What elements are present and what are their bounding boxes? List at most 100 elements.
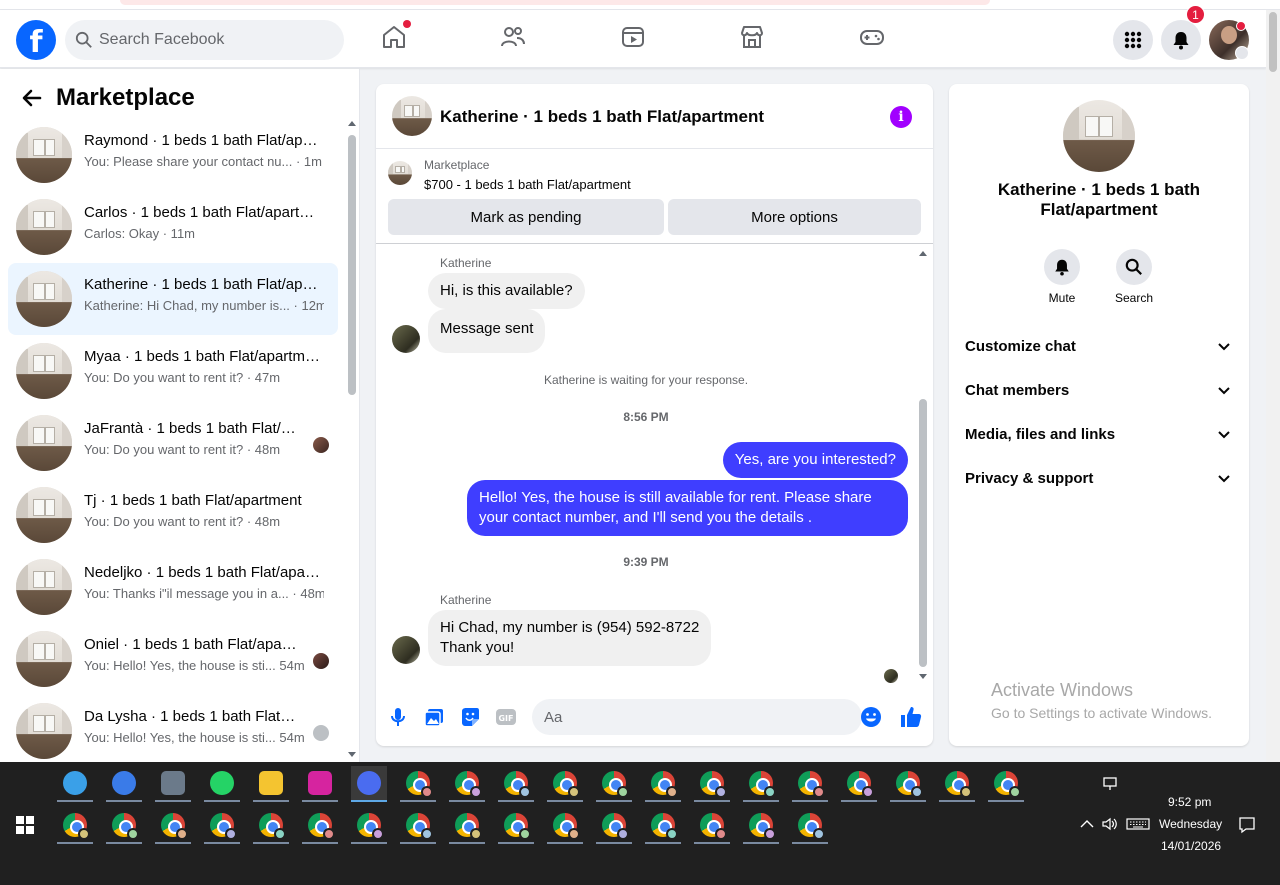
taskbar-app[interactable] — [351, 766, 387, 802]
conversation-item-nedeljko[interactable]: Nedeljko · 1 beds 1 bath Flat/apartment … — [8, 551, 338, 623]
taskbar-chrome-profile[interactable] — [253, 808, 289, 844]
facebook-logo-icon[interactable]: f — [16, 20, 56, 60]
chat-title[interactable]: Katherine · 1 beds 1 bath Flat/apartment — [440, 107, 764, 127]
nav-friends[interactable] — [500, 24, 526, 50]
search-box[interactable] — [65, 20, 344, 60]
mark-as-pending-button[interactable]: Mark as pending — [388, 199, 664, 235]
search-input[interactable] — [99, 20, 329, 60]
section-media-files-links[interactable]: Media, files and links — [957, 414, 1241, 454]
more-options-button[interactable]: More options — [668, 199, 921, 235]
taskbar-chrome-profile[interactable] — [596, 808, 632, 844]
notifications-button[interactable] — [1161, 20, 1201, 60]
taskbar-chrome-profile[interactable] — [204, 808, 240, 844]
clock-date[interactable]: 14/01/2026 — [1161, 839, 1221, 853]
sticker-button[interactable] — [459, 706, 481, 728]
notification-center-icon[interactable] — [1238, 816, 1256, 834]
info-icon[interactable]: i — [890, 106, 912, 128]
taskbar-file-explorer[interactable] — [253, 766, 289, 802]
taskbar-chrome-profile[interactable] — [645, 808, 681, 844]
taskbar-whatsapp[interactable] — [204, 766, 240, 802]
conversation-item-raymond[interactable]: Raymond · 1 beds 1 bath Flat/apartment Y… — [8, 119, 338, 191]
taskbar-chrome-profile[interactable] — [498, 808, 534, 844]
taskbar-chrome-profile[interactable] — [890, 766, 926, 802]
keyboard-icon[interactable] — [1126, 817, 1150, 831]
clock-time[interactable]: 9:52 pm — [1168, 795, 1211, 809]
taskbar-chrome-profile[interactable] — [841, 766, 877, 802]
taskbar-chrome-profile[interactable] — [645, 766, 681, 802]
taskbar-chrome-profile[interactable] — [547, 766, 583, 802]
page-scrollbar[interactable] — [1266, 10, 1280, 762]
network-icon[interactable] — [1101, 777, 1119, 791]
taskbar-chrome-profile[interactable] — [694, 808, 730, 844]
taskbar-chrome-profile[interactable] — [743, 808, 779, 844]
conversation-item-tj[interactable]: Tj · 1 beds 1 bath Flat/apartment You: D… — [8, 479, 338, 551]
section-chat-members[interactable]: Chat members — [957, 370, 1241, 410]
taskbar-chrome-profile[interactable] — [694, 766, 730, 802]
conversation-item-oniel[interactable]: Oniel · 1 beds 1 bath Flat/apartment You… — [8, 623, 338, 695]
conversation-item-carlos[interactable]: Carlos · 1 beds 1 bath Flat/apartment Ca… — [8, 191, 338, 263]
section-privacy-support[interactable]: Privacy & support — [957, 458, 1241, 498]
taskbar-chrome-profile[interactable] — [106, 808, 142, 844]
thumbs-up-icon[interactable] — [899, 705, 923, 729]
volume-icon[interactable] — [1101, 817, 1119, 831]
nav-home[interactable] — [381, 20, 411, 50]
listing-title[interactable]: $700 - 1 beds 1 bath Flat/apartment — [424, 177, 631, 192]
taskbar-chrome-profile[interactable] — [449, 808, 485, 844]
taskbar-chrome-profile[interactable] — [596, 766, 632, 802]
taskbar-chrome-profile[interactable] — [449, 766, 485, 802]
taskbar-chrome-profile[interactable] — [792, 766, 828, 802]
taskbar-chrome-profile[interactable] — [547, 808, 583, 844]
incoming-message[interactable]: Hi, is this available? — [428, 273, 585, 309]
taskbar-chrome-profile[interactable] — [302, 808, 338, 844]
chevron-up-icon[interactable] — [1078, 817, 1096, 831]
menu-button[interactable] — [1113, 20, 1153, 60]
taskbar-chrome-profile[interactable] — [988, 766, 1024, 802]
mute-action[interactable]: Mute — [1032, 249, 1092, 305]
taskbar-chrome-profile[interactable] — [400, 808, 436, 844]
chrome-icon — [504, 771, 531, 798]
chrome-icon — [749, 771, 776, 798]
gif-button[interactable]: GIF — [495, 706, 517, 728]
taskbar-app[interactable] — [106, 766, 142, 802]
taskbar-chrome-profile[interactable] — [351, 808, 387, 844]
taskbar-chrome-profile[interactable] — [400, 766, 436, 802]
clock-day[interactable]: Wednesday — [1159, 817, 1222, 831]
conversation-item-myaa[interactable]: Myaa · 1 beds 1 bath Flat/apartment You:… — [8, 335, 338, 407]
outgoing-message[interactable]: Hello! Yes, the house is still available… — [467, 480, 908, 536]
nav-video[interactable] — [620, 24, 646, 50]
conversation-item-katherine[interactable]: Katherine · 1 beds 1 bath Flat/apartment… — [8, 263, 338, 335]
incoming-message[interactable]: Message sent — [428, 309, 546, 353]
conversation-item-jafranta[interactable]: JaFrantà · 1 beds 1 bath Flat/apartment … — [8, 407, 338, 479]
windows-start-icon[interactable] — [16, 816, 34, 834]
back-arrow-icon[interactable] — [20, 86, 44, 110]
taskbar-chrome-profile[interactable] — [939, 766, 975, 802]
taskbar-instagram[interactable] — [302, 766, 338, 802]
taskbar-chrome-profile[interactable] — [155, 808, 191, 844]
chat-avatar[interactable] — [392, 96, 432, 136]
browser-tab-strip — [0, 0, 1280, 10]
taskbar-chrome-profile[interactable] — [498, 766, 534, 802]
chat-scrollbar[interactable] — [917, 249, 929, 681]
search-action[interactable]: Search — [1104, 249, 1164, 305]
chevron-down-icon[interactable] — [1235, 46, 1249, 60]
attach-photo-button[interactable] — [423, 706, 445, 728]
listing-thumbnail — [16, 703, 72, 759]
outgoing-message[interactable]: Yes, are you interested? — [722, 442, 908, 478]
nav-gaming[interactable] — [859, 24, 885, 50]
taskbar-chrome-profile[interactable] — [743, 766, 779, 802]
voice-clip-button[interactable] — [387, 706, 409, 728]
section-customize-chat[interactable]: Customize chat — [957, 326, 1241, 366]
taskbar-app[interactable] — [57, 766, 93, 802]
taskbar-calculator[interactable] — [155, 766, 191, 802]
emoji-icon[interactable] — [860, 706, 882, 728]
katherine-avatar[interactable] — [392, 325, 420, 353]
katherine-avatar[interactable] — [392, 636, 420, 664]
listing-avatar[interactable] — [1063, 100, 1135, 172]
nav-marketplace[interactable] — [739, 24, 765, 50]
conversation-item-dalysha[interactable]: Da Lysha · 1 beds 1 bath Flat/apartment … — [8, 695, 338, 767]
sidebar-scrollbar[interactable] — [345, 119, 359, 759]
taskbar-chrome-profile[interactable] — [57, 808, 93, 844]
message-input[interactable] — [532, 699, 862, 735]
taskbar-chrome-profile[interactable] — [792, 808, 828, 844]
incoming-message[interactable]: Hi Chad, my number is (954) 592-8722 Tha… — [428, 610, 712, 666]
